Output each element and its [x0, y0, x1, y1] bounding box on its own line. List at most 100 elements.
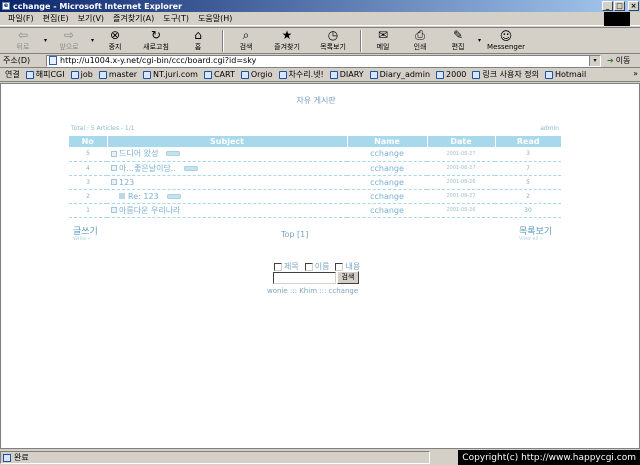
row-no: 1: [69, 203, 107, 218]
search-button[interactable]: ⌕ 검색: [228, 28, 264, 53]
search-title-option[interactable]: 제목: [274, 261, 299, 272]
list-sublabel[interactable]: View all »: [519, 236, 543, 242]
row-author[interactable]: cchange: [347, 161, 427, 176]
page-icon: [544, 70, 553, 79]
page-navigation[interactable]: Top [1]: [281, 230, 308, 239]
page-icon: [203, 70, 212, 79]
link-item[interactable]: CART: [203, 70, 235, 79]
copyright-banner: Copyright(c) http://www.happycgi.com: [458, 450, 640, 465]
write-sublabel[interactable]: Write »: [73, 236, 91, 242]
window-controls: _ □ ×: [602, 1, 639, 11]
home-button[interactable]: ⌂ 홈: [178, 28, 218, 53]
menu-tools[interactable]: 도구(T): [163, 13, 189, 24]
page-icon: [25, 70, 34, 79]
table-row: 5 드디어 왔성 cchange 2001-08-27 3: [69, 147, 561, 162]
edit-button[interactable]: ✎ 편집: [440, 28, 476, 53]
new-badge-icon: [166, 193, 181, 199]
menu-edit[interactable]: 편집(E): [43, 13, 69, 24]
column-date: Date: [427, 136, 496, 147]
content-checkbox[interactable]: [335, 262, 344, 271]
link-item[interactable]: 차수리.넷!: [278, 69, 324, 80]
status-bar: 완료 Copyright(c) http://www.happycgi.com: [0, 450, 640, 465]
link-item[interactable]: 해피CGI: [25, 69, 65, 80]
link-item[interactable]: job: [70, 70, 93, 79]
page-icon: [329, 70, 338, 79]
stop-button[interactable]: ⊗ 중지: [96, 28, 134, 53]
row-author[interactable]: cchange: [347, 147, 427, 162]
page-icon: [436, 70, 445, 79]
row-read: 7: [495, 161, 561, 176]
forward-dropdown-icon[interactable]: ▾: [91, 37, 94, 44]
close-button[interactable]: ×: [628, 1, 639, 11]
title-checkbox[interactable]: [274, 262, 282, 271]
menu-favorites[interactable]: 즐겨찾기(A): [113, 13, 154, 24]
link-item[interactable]: 링크 사용자 정의: [472, 69, 539, 80]
row-read: 30: [495, 203, 561, 218]
board-search-input[interactable]: [273, 272, 336, 284]
edit-dropdown-icon[interactable]: ▾: [478, 37, 481, 44]
row-subject[interactable]: 아...좋은날이당..: [107, 161, 347, 176]
address-label: 주소(D): [3, 56, 31, 65]
link-item[interactable]: Orgio: [240, 70, 273, 79]
maximize-button[interactable]: □: [614, 1, 625, 11]
menu-view[interactable]: 보기(V): [78, 13, 104, 24]
link-item[interactable]: DIARY: [329, 70, 364, 79]
row-read: 5: [495, 175, 561, 190]
row-author[interactable]: cchange: [347, 189, 427, 204]
page-icon: [98, 70, 107, 79]
link-item[interactable]: master: [98, 70, 137, 79]
link-item[interactable]: NT.juri.com: [143, 70, 198, 79]
table-header: No Subject Name Date Read: [69, 136, 561, 147]
link-item[interactable]: 2000: [436, 70, 466, 79]
name-checkbox[interactable]: [304, 262, 313, 271]
messenger-button[interactable]: ☺ Messenger: [483, 28, 529, 53]
row-date: 2001-08-27: [427, 189, 495, 204]
history-button[interactable]: ◷ 목록보기: [310, 28, 356, 53]
row-no: 4: [69, 161, 107, 176]
status-panel: 완료: [0, 451, 430, 464]
toolbar-separator: [360, 29, 363, 52]
back-dropdown-icon[interactable]: ▾: [44, 37, 47, 44]
page-icon: [369, 70, 378, 79]
board-title: 자유 게시판: [296, 96, 336, 105]
column-subject: Subject: [107, 136, 348, 147]
address-bar: 주소(D) http://u1004.x-y.net/cgi-bin/ccc/b…: [0, 54, 640, 68]
standard-toolbar: ⇦ 뒤로 ▾ ⇨ 앞으로 ▾ ⊗ 중지 ↻ 새로고침 ⌂ 홈 ⌕ 검색 ★ 즐겨…: [0, 27, 640, 54]
document-icon: [111, 179, 117, 185]
window-title: cchange - Microsoft Internet Explorer: [13, 1, 183, 11]
link-item[interactable]: Hotmail: [544, 70, 586, 79]
menu-help[interactable]: 도움말(H): [198, 13, 232, 24]
search-name-option[interactable]: 이름: [304, 261, 329, 272]
back-button[interactable]: ⇦ 뒤로: [4, 28, 42, 53]
row-subject[interactable]: 드디어 왔성: [107, 147, 347, 162]
refresh-button[interactable]: ↻ 새로고침: [134, 28, 178, 53]
messenger-icon: ☺: [499, 29, 513, 43]
admin-link[interactable]: admin: [540, 125, 559, 132]
printer-icon: ⎙: [415, 28, 425, 42]
address-dropdown-icon[interactable]: ▾: [589, 55, 600, 66]
mail-button[interactable]: ✉ 메일: [366, 28, 400, 53]
print-button[interactable]: ⎙ 인쇄: [400, 28, 440, 53]
board-search-button[interactable]: 검색: [337, 271, 359, 284]
address-input[interactable]: http://u1004.x-y.net/cgi-bin/ccc/board.c…: [46, 54, 601, 67]
menu-bar: 파일(F) 편집(E) 보기(V) 즐겨찾기(A) 도구(T) 도움말(H): [0, 12, 640, 26]
menu-file[interactable]: 파일(F): [8, 13, 34, 24]
history-icon: ◷: [327, 28, 339, 42]
row-subject[interactable]: 123: [107, 175, 347, 190]
row-author[interactable]: cchange: [347, 175, 427, 190]
table-row: 1 아름다운 우리나라 cchange 2001-08-26 30: [69, 203, 561, 218]
minimize-button[interactable]: _: [602, 1, 613, 11]
row-author[interactable]: cchange: [347, 203, 427, 218]
forward-button[interactable]: ⇨ 앞으로: [49, 28, 89, 53]
go-button[interactable]: ➔ 이동: [607, 55, 630, 66]
page-icon: [472, 70, 481, 79]
row-no: 3: [69, 175, 107, 190]
row-subject[interactable]: 아름다운 우리나라: [107, 203, 347, 218]
row-subject[interactable]: Re: 123: [107, 189, 347, 204]
links-more-chevron-icon[interactable]: »: [633, 69, 638, 78]
link-item[interactable]: Diary_admin: [369, 70, 430, 79]
favorites-button[interactable]: ★ 즐겨찾기: [264, 28, 310, 53]
edit-icon: ✎: [453, 28, 464, 42]
stop-icon: ⊗: [110, 28, 121, 42]
new-badge-icon: [183, 165, 198, 171]
